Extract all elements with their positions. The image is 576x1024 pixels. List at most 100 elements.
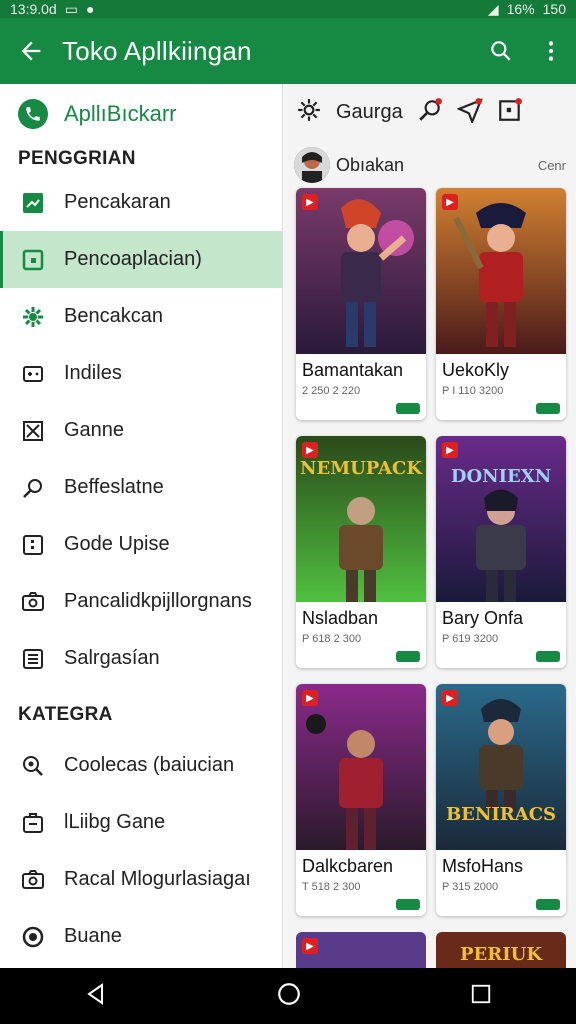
- drawer-item-label: Pencoaplacian): [64, 248, 202, 270]
- drawer-header[interactable]: ApllıBıckarr: [0, 84, 282, 144]
- app-name: Nsladban: [302, 608, 379, 628]
- category-item-4[interactable]: Buane: [0, 908, 282, 965]
- navigation-drawer: ApllıBıckarr PENGGRIAN Pencakaran Pencoa…: [0, 84, 283, 968]
- game-art: ▶: [296, 684, 426, 850]
- drawer-item-label: Gode Upise: [64, 533, 170, 555]
- nav-home-icon[interactable]: [276, 981, 302, 1012]
- install-pill[interactable]: [396, 403, 420, 414]
- app-meta: 2 250 2 220: [302, 385, 361, 397]
- app-meta: P I 110 3200: [442, 385, 504, 397]
- drawer-item-7[interactable]: Gode Upise: [0, 516, 282, 573]
- game-art: ▶ DONIEXN: [436, 436, 566, 602]
- app-name: MsfoHans: [442, 856, 524, 876]
- search-icon[interactable]: [476, 18, 526, 84]
- app-name: Bary Onfa: [442, 608, 524, 628]
- list-icon: [20, 646, 46, 672]
- section-title-1: PENGGRIAN: [18, 148, 136, 169]
- install-pill[interactable]: [396, 651, 420, 662]
- camera-icon: [20, 867, 46, 893]
- more-vert-icon[interactable]: [526, 18, 576, 84]
- user-name: Obıakan: [336, 154, 405, 175]
- square-dot-icon: [20, 247, 46, 273]
- app-card[interactable]: ▶ BENIRACS MsfoHans P 315 2000: [436, 684, 566, 916]
- app-card[interactable]: ▶ NEMUPACK Nsladban P 618 2 300: [296, 436, 426, 668]
- frame-icon: [20, 532, 46, 558]
- category-item-2[interactable]: lLiibg Gane: [0, 794, 282, 851]
- drawer-item-label: Bencakcan: [64, 305, 163, 327]
- section-title-2: KATEGRA: [18, 704, 113, 725]
- back-arrow-icon[interactable]: [0, 18, 62, 84]
- drawer-item-label: Pencakaran: [64, 191, 171, 213]
- briefcase-icon: [20, 810, 46, 836]
- gamepad-icon: [20, 361, 46, 387]
- drawer-item-1[interactable]: Pencakaran: [0, 174, 282, 231]
- category-item-label: lLiibg Gane: [64, 811, 166, 833]
- ad-badge-icon: ▶: [302, 194, 318, 210]
- app-bar: Toko Apllkiingan: [0, 18, 576, 84]
- install-pill[interactable]: [396, 899, 420, 910]
- app-card[interactable]: ▶ Bamantakan 2 250 2 220: [296, 188, 426, 420]
- notification-icon[interactable]: [497, 97, 523, 128]
- install-pill[interactable]: [536, 403, 560, 414]
- gear-icon: [20, 304, 46, 330]
- category-item-3[interactable]: Racal Mlogurlasiagaı: [0, 851, 282, 908]
- game-art: ▶: [296, 188, 426, 354]
- sync-icon: ●: [85, 1, 95, 17]
- search-icon[interactable]: [417, 97, 443, 128]
- drawer-item-3[interactable]: Bencakcan: [0, 288, 282, 345]
- category-item-1[interactable]: Coolecas (baiucian: [0, 737, 282, 794]
- game-art: ▶ BENIRACS: [436, 684, 566, 850]
- nav-back-icon[interactable]: [84, 982, 108, 1011]
- box-x-icon: [20, 418, 46, 444]
- drawer-item-2-active[interactable]: Pencoaplacian): [0, 231, 282, 288]
- art-banner: NEMUPACK: [300, 458, 422, 479]
- user-tag: Cenr: [537, 157, 566, 173]
- drawer-item-label: Salrgasían: [64, 647, 160, 669]
- art-banner: PERIUK: [460, 944, 542, 965]
- status-time: 13:9.0d: [10, 1, 57, 17]
- app-meta: P 619 3200: [442, 633, 499, 645]
- art-banner: BENIRACS: [445, 804, 557, 825]
- tab-label[interactable]: Gaurga: [336, 101, 403, 124]
- phone-icon: [18, 99, 48, 129]
- drawer-header-label: ApllıBıckarr: [64, 101, 177, 126]
- search-icon: [20, 475, 46, 501]
- zoom-icon: [20, 753, 46, 779]
- radio-icon: [20, 924, 46, 950]
- ad-badge-icon: ▶: [302, 938, 318, 954]
- app-card[interactable]: ▶ UekoKly P I 110 3200: [436, 188, 566, 420]
- tab-row: Gaurga: [284, 84, 576, 140]
- drawer-item-4[interactable]: Indiles: [0, 345, 282, 402]
- drawer-item-9[interactable]: Salrgasían: [0, 630, 282, 687]
- camera-icon: [20, 589, 46, 615]
- nav-recents-icon[interactable]: [470, 983, 492, 1010]
- app-card[interactable]: ▶ Dalkcbaren T 518 2 300: [296, 684, 426, 916]
- drawer-item-6[interactable]: Beffeslatne: [0, 459, 282, 516]
- page-title: Toko Apllkiingan: [62, 35, 252, 66]
- trending-icon: [20, 190, 46, 216]
- app-card-partial[interactable]: PERIUK: [436, 932, 566, 968]
- main-content: Gaurga Obıakan Cenr ▶ Bamantakan 2 250 2…: [284, 84, 576, 968]
- game-art: ▶ NEMUPACK: [296, 436, 426, 602]
- install-pill[interactable]: [536, 899, 560, 910]
- app-name: Dalkcbaren: [302, 856, 394, 876]
- art-banner: DONIEXN: [450, 466, 552, 487]
- ad-badge-icon: ▶: [442, 690, 458, 706]
- app-card[interactable]: ▶ DONIEXN Bary Onfa P 619 3200: [436, 436, 566, 668]
- battery-text: 16%: [506, 1, 535, 17]
- app-name: Bamantakan: [302, 360, 404, 380]
- drawer-item-label: Indiles: [64, 362, 122, 384]
- user-row[interactable]: Obıakan Cenr: [284, 140, 576, 190]
- gear-icon[interactable]: [296, 97, 322, 128]
- drawer-item-label: Beffeslatne: [64, 476, 164, 498]
- install-pill[interactable]: [536, 651, 560, 662]
- app-meta: P 618 2 300: [302, 633, 362, 645]
- send-icon[interactable]: [456, 97, 483, 128]
- drawer-item-8[interactable]: Pancalidkpijllorgnans: [0, 573, 282, 630]
- app-card-partial[interactable]: ▶: [296, 932, 426, 968]
- message-icon: ▭: [64, 0, 78, 17]
- drawer-item-5[interactable]: Ganne: [0, 402, 282, 459]
- game-art: ▶: [436, 188, 566, 354]
- system-nav-bar: [0, 968, 576, 1024]
- app-meta: T 518 2 300: [302, 881, 361, 893]
